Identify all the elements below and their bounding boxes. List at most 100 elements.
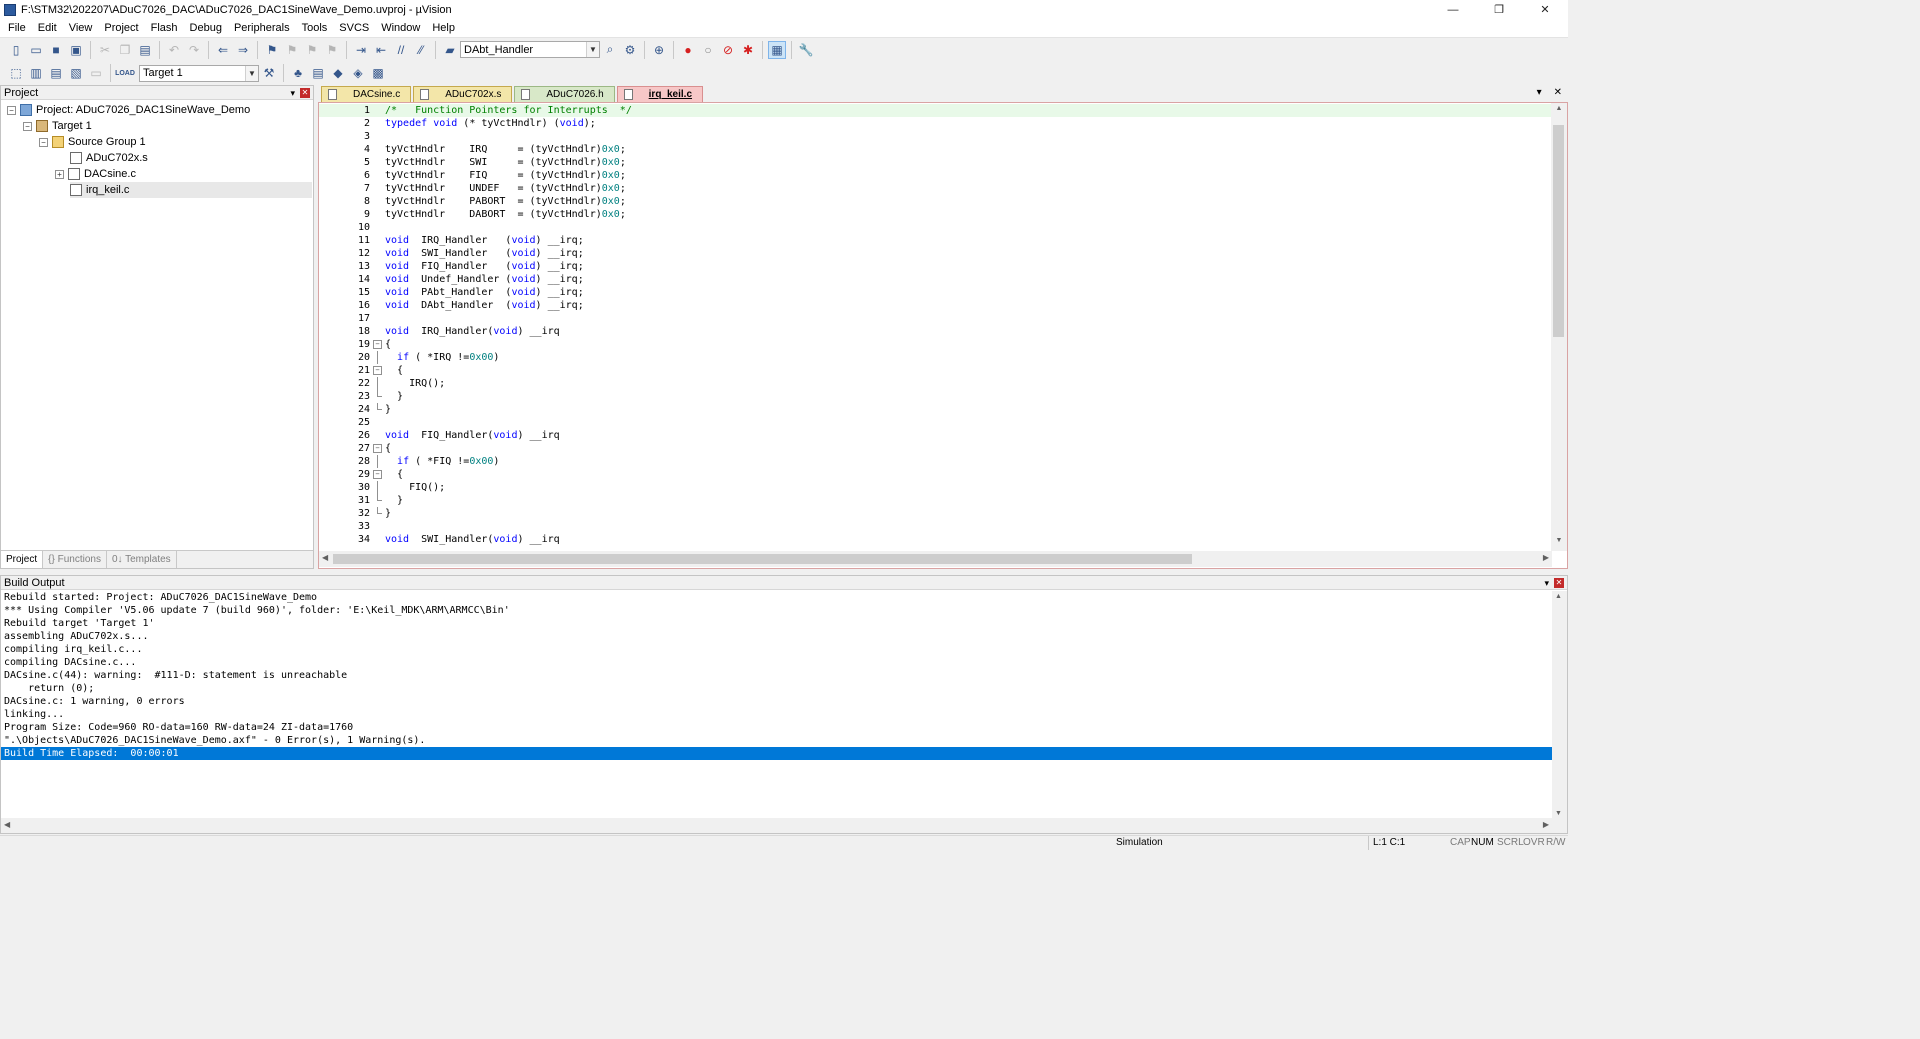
target-combo[interactable]: Target 1 ▼	[139, 64, 259, 82]
horizontal-scrollbar[interactable]: ◀ ▶	[319, 551, 1552, 567]
collapse-icon[interactable]: −	[23, 121, 32, 131]
enable-breakpoint-icon[interactable]: ○	[699, 41, 717, 59]
code-line[interactable]: 31 }	[319, 494, 1552, 507]
code-line[interactable]: 20 if ( *IRQ !=0x00)	[319, 351, 1552, 364]
code-line[interactable]: 11 void IRQ_Handler (void) __irq;	[319, 234, 1552, 247]
menu-window[interactable]: Window	[375, 22, 426, 34]
pin-icon[interactable]: ▾	[290, 86, 295, 100]
pin-icon[interactable]: ▾	[1544, 576, 1549, 590]
target-options-icon[interactable]: ⚒	[260, 64, 278, 82]
build-output-line[interactable]: assembling ADuC702x.s...	[1, 630, 1553, 643]
horizontal-scrollbar[interactable]: ◀ ▶	[1, 818, 1567, 833]
copy-icon[interactable]: ❐	[116, 41, 134, 59]
paste-icon[interactable]: ▤	[136, 41, 154, 59]
redo-icon[interactable]: ↷	[185, 41, 203, 59]
open-file-icon[interactable]: ▭	[27, 41, 45, 59]
unindent-icon[interactable]: ⇤	[372, 41, 390, 59]
build-output-line[interactable]: Build Time Elapsed: 00:00:01	[1, 747, 1553, 760]
fold-collapse-icon[interactable]: −	[373, 340, 382, 349]
build-output-line[interactable]: compiling DACsine.c...	[1, 656, 1553, 669]
select-packs-icon[interactable]: ▤	[309, 64, 327, 82]
close-button[interactable]: ✕	[1522, 0, 1568, 19]
code-line[interactable]: 5 tyVctHndlr SWI = (tyVctHndlr)0x0;	[319, 156, 1552, 169]
build-output-line[interactable]: compiling irq_keil.c...	[1, 643, 1553, 656]
translate-icon[interactable]: ⬚	[7, 64, 25, 82]
build-output-line[interactable]: ".\Objects\ADuC7026_DAC1SineWave_Demo.ax…	[1, 734, 1553, 747]
code-line[interactable]: 23 }	[319, 390, 1552, 403]
code-area[interactable]: 1/* Function Pointers for Interrupts */2…	[319, 103, 1552, 551]
window-layout-icon[interactable]: ▦	[768, 40, 786, 59]
close-icon[interactable]: ✕	[1554, 578, 1564, 588]
code-line[interactable]: 8 tyVctHndlr PABORT = (tyVctHndlr)0x0;	[319, 195, 1552, 208]
debug-session-icon[interactable]: ⊕	[650, 41, 668, 59]
tab-aduc702x-s[interactable]: ADuC702x.s	[413, 86, 513, 102]
build-output-line[interactable]: Program Size: Code=960 RO-data=160 RW-da…	[1, 721, 1553, 734]
code-line[interactable]: 12 void SWI_Handler (void) __irq;	[319, 247, 1552, 260]
tree-node-target[interactable]: − Target 1	[23, 118, 92, 134]
cut-icon[interactable]: ✂	[96, 41, 114, 59]
vertical-scrollbar[interactable]: ▲ ▼	[1551, 103, 1567, 551]
code-line[interactable]: 2 typedef void (* tyVctHndlr) (void);	[319, 117, 1552, 130]
code-line[interactable]: 7 tyVctHndlr UNDEF = (tyVctHndlr)0x0;	[319, 182, 1552, 195]
code-line[interactable]: 29− {	[319, 468, 1552, 481]
code-line[interactable]: 28 if ( *FIQ !=0x00)	[319, 455, 1552, 468]
scroll-down-icon[interactable]: ▼	[1551, 537, 1567, 549]
tree-node-file[interactable]: irq_keil.c	[70, 182, 312, 198]
code-line[interactable]: 21− {	[319, 364, 1552, 377]
scrollbar-thumb[interactable]	[1553, 125, 1564, 337]
code-line[interactable]: 14 void Undef_Handler (void) __irq;	[319, 273, 1552, 286]
menu-flash[interactable]: Flash	[145, 22, 184, 34]
code-line[interactable]: 16 void DAbt_Handler (void) __irq;	[319, 299, 1552, 312]
build-output-line[interactable]: DACsine.c(44): warning: #111-D: statemen…	[1, 669, 1553, 682]
code-line[interactable]: 33	[319, 520, 1552, 533]
collapse-icon[interactable]: −	[39, 137, 48, 147]
build-output-line[interactable]: Rebuild started: Project: ADuC7026_DAC1S…	[1, 591, 1553, 604]
scroll-right-icon[interactable]: ▶	[1543, 820, 1549, 829]
undo-icon[interactable]: ↶	[165, 41, 183, 59]
stop-build-icon[interactable]: ▭	[87, 64, 105, 82]
menu-debug[interactable]: Debug	[184, 22, 228, 34]
menu-help[interactable]: Help	[426, 22, 461, 34]
tree-node-file[interactable]: ADuC702x.s	[70, 150, 148, 166]
navigate-back-icon[interactable]: ⇐	[214, 41, 232, 59]
disable-breakpoints-icon[interactable]: ⊘	[719, 41, 737, 59]
tree-node-source-group[interactable]: − Source Group 1	[39, 134, 146, 150]
menu-svcs[interactable]: SVCS	[333, 22, 375, 34]
find-in-files-icon[interactable]: ▰	[441, 41, 459, 59]
scroll-up-icon[interactable]: ▲	[1551, 105, 1567, 117]
function-combo[interactable]: DAbt_Handler ▼	[460, 41, 600, 58]
collapse-icon[interactable]: −	[7, 105, 16, 115]
build-output-line[interactable]: DACsine.c: 1 warning, 0 errors	[1, 695, 1553, 708]
code-line[interactable]: 27−{	[319, 442, 1552, 455]
minimize-button[interactable]: —	[1430, 0, 1476, 19]
code-line[interactable]: 25	[319, 416, 1552, 429]
tab-irq-keil-c[interactable]: irq_keil.c	[616, 86, 704, 102]
next-bookmark-icon[interactable]: ⚑	[303, 41, 321, 59]
clear-bookmarks-icon[interactable]: ⚑	[323, 41, 341, 59]
uncomment-icon[interactable]: ⁄⁄	[412, 41, 430, 59]
code-line[interactable]: 1 /* Function Pointers for Interrupts */	[319, 104, 1552, 117]
code-line[interactable]: 18 void IRQ_Handler(void) __irq	[319, 325, 1552, 338]
menu-tools[interactable]: Tools	[296, 22, 334, 34]
tab-project[interactable]: Project	[1, 551, 44, 568]
code-line[interactable]: 4 tyVctHndlr IRQ = (tyVctHndlr)0x0;	[319, 143, 1552, 156]
rebuild-icon[interactable]: ▤	[47, 64, 65, 82]
run-time-environment-icon[interactable]: ▩	[369, 64, 387, 82]
fold-collapse-icon[interactable]: −	[373, 444, 382, 453]
find-icon[interactable]: ⌕	[601, 41, 619, 59]
fold-collapse-icon[interactable]: −	[373, 470, 382, 479]
build-output-line[interactable]: return (0);	[1, 682, 1553, 695]
navigate-forward-icon[interactable]: ⇒	[234, 41, 252, 59]
build-icon[interactable]: ▥	[27, 64, 45, 82]
build-output-line[interactable]: Rebuild target 'Target 1'	[1, 617, 1553, 630]
pack-installer-icon[interactable]: ◈	[349, 64, 367, 82]
fold-collapse-icon[interactable]: −	[373, 366, 382, 375]
scrollbar-thumb[interactable]	[333, 554, 1192, 564]
batch-build-icon[interactable]: ▧	[67, 64, 85, 82]
chevron-down-icon[interactable]: ▼	[245, 65, 258, 81]
code-line[interactable]: 15 void PAbt_Handler (void) __irq;	[319, 286, 1552, 299]
code-line[interactable]: 26 void FIQ_Handler(void) __irq	[319, 429, 1552, 442]
configure-icon[interactable]: 🔧	[797, 41, 815, 59]
code-line[interactable]: 19−{	[319, 338, 1552, 351]
menu-edit[interactable]: Edit	[32, 22, 63, 34]
